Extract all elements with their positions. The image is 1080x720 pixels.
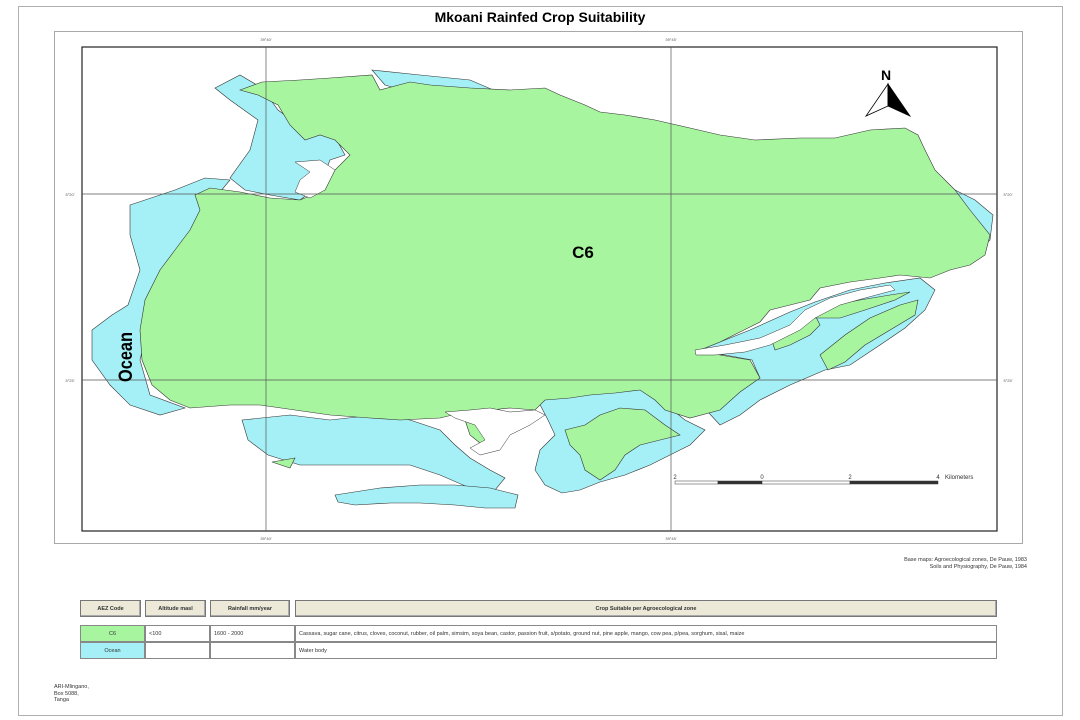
map-credits: Base maps: Agroecological zones, De Pauw…: [904, 557, 1027, 571]
scale-bar-seg-4: [849, 480, 939, 485]
address-block: ARI-Mlingano, Box 5088, Tanga: [54, 684, 89, 704]
legend-crops: Cassava, sugar cane, citrus, cloves, coc…: [295, 625, 997, 642]
tick-label-top-2: 39°45': [665, 37, 676, 42]
tick-label-bottom-1: 39°40': [260, 536, 271, 541]
legend-swatch-ocean: Ocean: [80, 642, 145, 659]
address-line: ARI-Mlingano,: [54, 684, 89, 690]
tick-label-right-2: 5°25': [1003, 378, 1012, 383]
address-line: Tanga: [54, 697, 69, 703]
tick-label-left-1: 5°20': [65, 192, 74, 197]
legend-crops: Water body: [295, 642, 997, 659]
legend-header-crops: Crop Suitable per Agroecological zone: [295, 600, 997, 617]
legend-altitude: <100: [145, 625, 210, 642]
scale-bar-seg-1: [674, 480, 719, 485]
legend-rainfall: 1600 - 2000: [210, 625, 295, 642]
credit-line: Base maps: Agroecological zones, De Pauw…: [904, 557, 1027, 563]
tick-label-top-1: 39°40': [260, 37, 271, 42]
legend-row-c6: C6 <100 1600 - 2000 Cassava, sugar cane,…: [80, 625, 997, 642]
legend-header-altitude: Altitude masl: [145, 600, 206, 617]
legend-swatch-c6: C6: [80, 625, 145, 642]
legend-header-rainfall: Rainfall mm/year: [210, 600, 290, 617]
scale-bar-seg-2: [717, 480, 763, 485]
legend-rainfall: [210, 642, 295, 659]
zone-label-c6: C6: [572, 243, 594, 262]
tick-label-right-1: 5°20': [1003, 192, 1012, 197]
scale-bar-seg-3: [761, 480, 851, 485]
legend-row-ocean: Ocean Water body: [80, 642, 997, 659]
credit-line: Soils and Physiography, De Pauw, 1984: [929, 564, 1027, 570]
scale-unit-label: Kilometers: [945, 475, 973, 481]
tick-label-left-2: 5°25': [65, 378, 74, 383]
legend-header-row: AEZ Code Altitude masl Rainfall mm/year …: [80, 600, 997, 617]
tick-label-bottom-2: 39°45': [665, 536, 676, 541]
ocean-label: Ocean: [116, 332, 137, 382]
legend-altitude: [145, 642, 210, 659]
north-label: N: [881, 67, 891, 83]
legend-header-code: AEZ Code: [80, 600, 141, 617]
